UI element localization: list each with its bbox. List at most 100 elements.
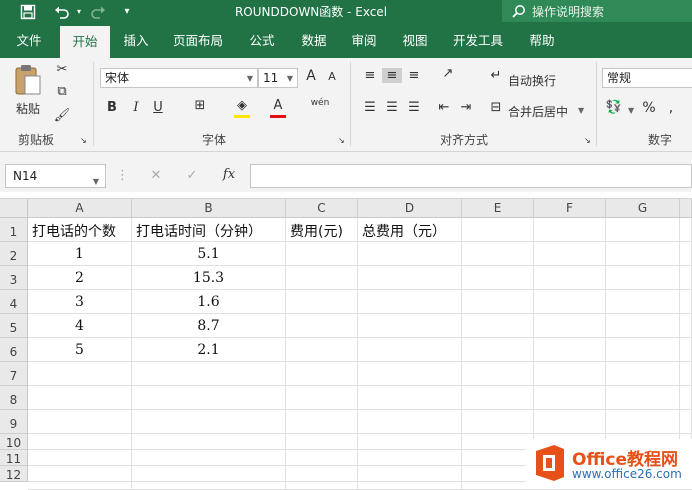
grid-cell[interactable] <box>286 314 358 338</box>
customize-toolbar-icon[interactable]: ▾ <box>120 0 134 24</box>
format-painter-icon[interactable]: 🖌 <box>52 108 72 123</box>
undo-icon[interactable] <box>50 0 74 24</box>
cell-b2[interactable]: 5.1 <box>132 242 286 266</box>
tab-developer[interactable]: 开发工具 <box>446 24 510 58</box>
formula-input[interactable] <box>250 164 692 188</box>
chevron-down-icon[interactable]: ▼ <box>628 106 634 115</box>
grid-cell[interactable] <box>286 290 358 314</box>
row-header-10[interactable]: 10 <box>0 434 28 450</box>
grid-cell[interactable] <box>286 386 358 410</box>
grid-cell[interactable] <box>132 362 286 386</box>
grid-cell[interactable] <box>680 242 692 266</box>
grid-cell[interactable] <box>462 314 534 338</box>
cell-a3[interactable]: 2 <box>28 266 132 290</box>
grid-cell[interactable] <box>606 290 680 314</box>
cell-a5[interactable]: 4 <box>28 314 132 338</box>
grid-cell[interactable] <box>606 362 680 386</box>
copy-icon[interactable]: ⧉ <box>52 84 72 99</box>
chevron-down-icon[interactable]: ▾ <box>74 0 84 24</box>
cell-a2[interactable]: 1 <box>28 242 132 266</box>
cell-b3[interactable]: 15.3 <box>132 266 286 290</box>
grid-cell[interactable] <box>286 242 358 266</box>
grid-cell[interactable] <box>462 482 534 490</box>
grid-cell[interactable] <box>534 242 606 266</box>
grid-cell[interactable] <box>132 482 286 490</box>
increase-indent-icon[interactable]: ⇥ <box>456 100 476 115</box>
row-header-6[interactable]: 6 <box>0 338 28 362</box>
cancel-button[interactable]: ✕ <box>146 168 166 183</box>
grid-cell[interactable] <box>534 362 606 386</box>
grid-cell[interactable] <box>358 338 462 362</box>
grid-cell[interactable] <box>680 410 692 434</box>
grid-cell[interactable] <box>680 338 692 362</box>
cell-d1[interactable]: 总费用（元） <box>358 218 462 242</box>
grid-cell[interactable] <box>132 434 286 450</box>
redo-icon[interactable] <box>86 0 110 24</box>
grid-cell[interactable] <box>606 266 680 290</box>
row-header-12[interactable]: 12 <box>0 466 28 482</box>
cell-b1[interactable]: 打电话时间（分钟） <box>132 218 286 242</box>
row-header-9[interactable]: 9 <box>0 410 28 434</box>
grid-cell[interactable] <box>606 386 680 410</box>
save-icon[interactable] <box>14 0 42 24</box>
tell-me-search[interactable]: 操作说明搜索 <box>502 0 692 22</box>
column-header-g[interactable]: G <box>606 199 680 218</box>
grid-cell[interactable] <box>358 466 462 482</box>
row-header-8[interactable]: 8 <box>0 386 28 410</box>
grow-font-icon[interactable]: A <box>303 68 319 84</box>
cell-b6[interactable]: 2.1 <box>132 338 286 362</box>
grid-cell[interactable] <box>462 290 534 314</box>
column-header-a[interactable]: A <box>28 199 132 218</box>
tab-review[interactable]: 审阅 <box>344 24 384 58</box>
cell-b4[interactable]: 1.6 <box>132 290 286 314</box>
dialog-launcher-icon[interactable]: ↘ <box>80 136 87 145</box>
grid-cell[interactable] <box>358 410 462 434</box>
grid-cell[interactable] <box>132 466 286 482</box>
grid-cell[interactable] <box>28 362 132 386</box>
grid-cell[interactable] <box>462 218 534 242</box>
grid-cell[interactable] <box>606 242 680 266</box>
grid-cell[interactable] <box>534 410 606 434</box>
grid-cell[interactable] <box>132 450 286 466</box>
tab-help[interactable]: 帮助 <box>522 24 562 58</box>
grid-cell[interactable] <box>132 386 286 410</box>
row-header-3[interactable]: 3 <box>0 266 28 290</box>
column-header-e[interactable]: E <box>462 199 534 218</box>
row-header-5[interactable]: 5 <box>0 314 28 338</box>
row-header-7[interactable]: 7 <box>0 362 28 386</box>
grid-cell[interactable] <box>358 266 462 290</box>
grid-cell[interactable] <box>358 290 462 314</box>
column-header-f[interactable]: F <box>534 199 606 218</box>
grid-cell[interactable] <box>286 266 358 290</box>
dialog-launcher-icon[interactable]: ↘ <box>338 136 345 145</box>
grid-cell[interactable] <box>358 314 462 338</box>
percent-style-button[interactable]: % <box>640 100 658 116</box>
grid-cell[interactable] <box>28 386 132 410</box>
grid-cell[interactable] <box>462 386 534 410</box>
grid-cell[interactable] <box>680 218 692 242</box>
grid-cell[interactable] <box>534 218 606 242</box>
select-all-corner[interactable] <box>0 199 28 218</box>
accounting-format-icon[interactable]: 💱 <box>604 100 624 115</box>
grid-cell[interactable] <box>28 434 132 450</box>
grid-cell[interactable] <box>28 450 132 466</box>
grid-cell[interactable] <box>606 410 680 434</box>
grid-cell[interactable] <box>680 290 692 314</box>
grid-cell[interactable] <box>358 434 462 450</box>
column-header-h[interactable] <box>680 199 692 218</box>
cell-a6[interactable]: 5 <box>28 338 132 362</box>
grid-cell[interactable] <box>462 410 534 434</box>
grid-cell[interactable] <box>286 338 358 362</box>
grid-cell[interactable] <box>534 314 606 338</box>
fill-color-icon[interactable]: ◈ <box>232 98 252 118</box>
number-format-select[interactable]: 常规 <box>602 68 692 88</box>
grid-cell[interactable] <box>286 410 358 434</box>
row-header-1[interactable]: 1 <box>0 218 28 242</box>
wrap-text-button[interactable]: 自动换行 <box>508 72 556 89</box>
cell-c1[interactable]: 费用(元) <box>286 218 358 242</box>
align-middle-icon[interactable]: ≡ <box>382 68 402 83</box>
comma-style-icon[interactable]: , <box>664 100 678 116</box>
tab-view[interactable]: 视图 <box>394 24 436 58</box>
grid-cell[interactable] <box>358 242 462 266</box>
column-header-c[interactable]: C <box>286 199 358 218</box>
